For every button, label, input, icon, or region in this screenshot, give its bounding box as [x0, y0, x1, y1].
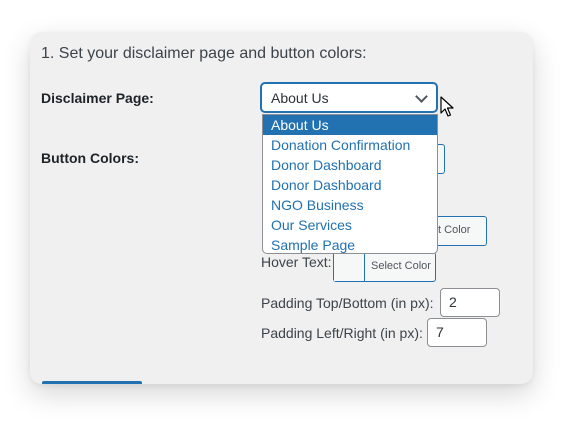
padding-top-bottom-label: Padding Top/Bottom (in px): — [261, 295, 434, 311]
dropdown-option-donor-dashboard[interactable]: Donor Dashboard — [263, 155, 437, 175]
hover-text-color-picker[interactable]: Select Color — [333, 252, 436, 282]
disclaimer-page-selected-value: About Us — [271, 90, 329, 106]
chevron-down-icon — [415, 90, 428, 103]
padding-left-right-label: Padding Left/Right (in px): — [261, 325, 423, 341]
button-colors-label: Button Colors: — [41, 150, 139, 166]
dropdown-option-donor-dashboard-2[interactable]: Donor Dashboard — [263, 175, 437, 195]
disclaimer-page-select[interactable]: About Us — [261, 83, 437, 112]
disclaimer-page-dropdown[interactable]: About Us Donation Confirmation Donor Das… — [262, 114, 438, 254]
settings-card: 1. Set your disclaimer page and button c… — [30, 32, 533, 384]
dropdown-option-donation-confirmation[interactable]: Donation Confirmation — [263, 135, 437, 155]
hover-text-color-picker-label: Select Color — [371, 260, 431, 272]
dropdown-option-sample-page[interactable]: Sample Page — [263, 235, 437, 255]
dropdown-option-about-us[interactable]: About Us — [263, 115, 437, 135]
submit-button-edge[interactable] — [42, 381, 142, 384]
hover-text-color-swatch[interactable] — [334, 253, 365, 281]
padding-top-bottom-input[interactable]: 2 — [440, 288, 500, 317]
dropdown-option-ngo-business[interactable]: NGO Business — [263, 195, 437, 215]
padding-left-right-value: 7 — [436, 324, 444, 340]
disclaimer-page-label: Disclaimer Page: — [41, 90, 154, 106]
padding-top-bottom-value: 2 — [449, 294, 457, 310]
mouse-pointer-icon — [440, 96, 454, 117]
section-heading: 1. Set your disclaimer page and button c… — [41, 45, 367, 62]
dropdown-option-our-services[interactable]: Our Services — [263, 215, 437, 235]
padding-left-right-input[interactable]: 7 — [427, 318, 487, 347]
hover-text-label: Hover Text: — [261, 254, 332, 270]
